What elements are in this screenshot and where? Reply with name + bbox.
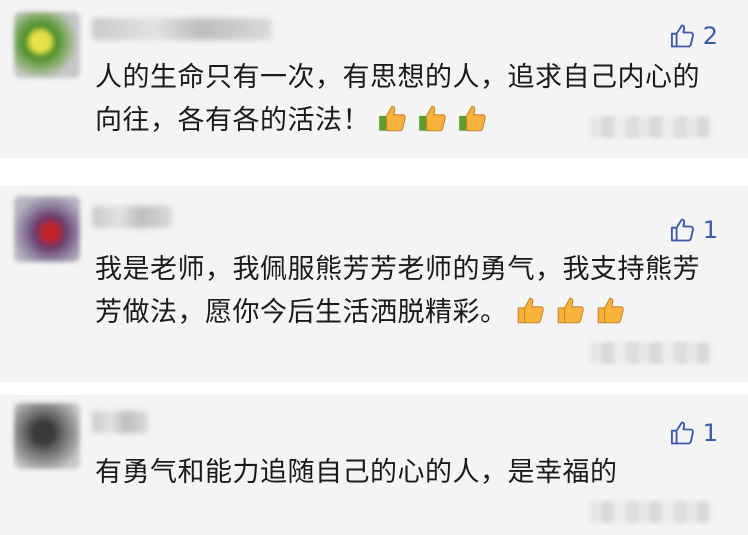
thumbs-up-outline-icon xyxy=(670,24,694,48)
thumbs-up-emoji-icon xyxy=(508,297,548,328)
like-button[interactable]: 1 xyxy=(669,419,718,447)
blurred-time xyxy=(590,501,710,523)
like-button[interactable]: 1 xyxy=(669,216,718,244)
avatar[interactable] xyxy=(14,12,80,78)
blurred-time xyxy=(590,116,710,138)
comment-text: 我是老师，我佩服熊芳芳老师的勇气，我支持熊芳芳做法，愿你今后生活洒脱精彩。 xyxy=(95,254,700,328)
username-blurred[interactable] xyxy=(92,206,172,228)
like-count: 2 xyxy=(702,22,718,50)
thumbs-up-outline-icon xyxy=(670,218,694,242)
thumbs-up-emoji-icon xyxy=(450,105,490,136)
username-blurred[interactable] xyxy=(92,18,272,40)
thumbs-up-emoji-icon xyxy=(588,297,628,328)
comment-card: 2 人的生命只有一次，有思想的人，追求自己内心的向往，各有各的活法！ xyxy=(0,0,748,158)
thumbs-up-emoji-icon xyxy=(410,105,450,136)
thumbs-up-outline-icon xyxy=(670,421,694,445)
like-count: 1 xyxy=(702,216,718,244)
like-count: 1 xyxy=(702,419,718,447)
comment-card: 1 有勇气和能力追随自己的心的人，是幸福的 xyxy=(0,395,748,535)
comment-card: 1 我是老师，我佩服熊芳芳老师的勇气，我支持熊芳芳做法，愿你今后生活洒脱精彩。 xyxy=(0,186,748,382)
blurred-time xyxy=(590,342,710,364)
username-blurred[interactable] xyxy=(92,411,148,433)
thumbs-up-emoji-icon xyxy=(370,105,410,136)
like-button[interactable]: 2 xyxy=(669,22,718,50)
avatar[interactable] xyxy=(14,403,80,469)
thumbs-up-emoji-icon xyxy=(548,297,588,328)
comment-text: 有勇气和能力追随自己的心的人，是幸福的 xyxy=(95,457,618,488)
avatar[interactable] xyxy=(14,196,80,262)
